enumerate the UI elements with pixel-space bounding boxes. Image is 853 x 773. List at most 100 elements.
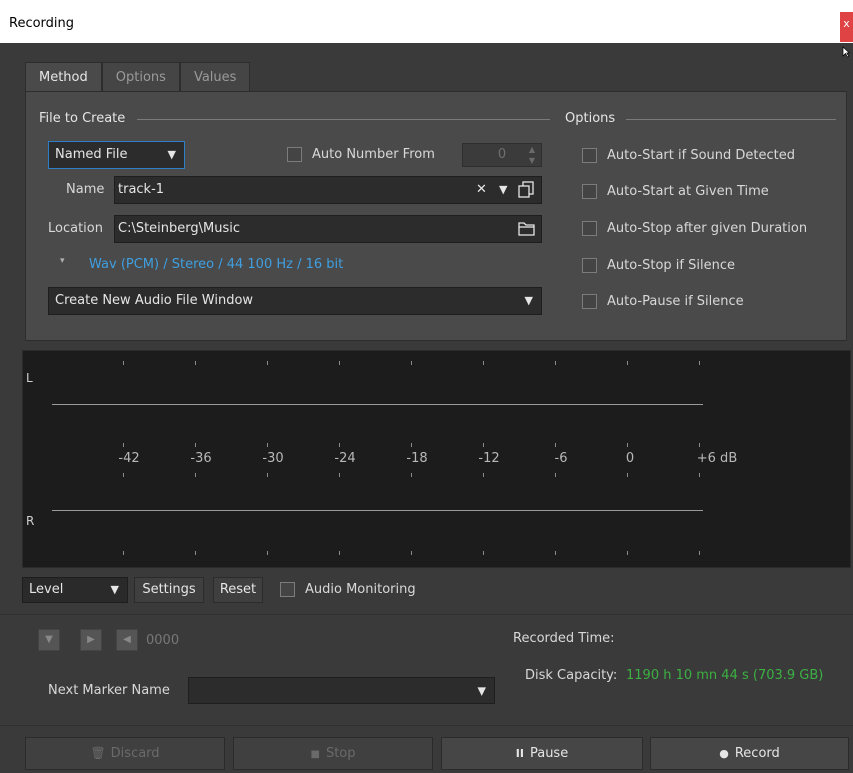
scale-label: -42 (118, 451, 140, 466)
file-copy-icon[interactable] (517, 180, 536, 199)
meter-tick (123, 551, 124, 555)
tab-options[interactable]: Options (101, 62, 180, 92)
scale-label: -36 (190, 451, 212, 466)
name-label: Name (66, 182, 105, 197)
dropdown-arrow-icon: ▼ (524, 294, 533, 307)
next-marker-label: Next Marker Name (48, 683, 170, 698)
cursor-icon (842, 46, 850, 58)
right-channel-label: R (26, 514, 35, 528)
audio-format-link[interactable]: Wav (PCM) / Stereo / 44 100 Hz / 16 bit (89, 257, 343, 272)
clear-icon[interactable]: ✕ (476, 182, 487, 197)
meter-tick (267, 551, 268, 555)
meter-tick (339, 551, 340, 555)
play-icon[interactable]: ▶ (80, 629, 102, 651)
close-icon[interactable]: x (840, 12, 853, 42)
stop-label: Stop (325, 746, 356, 761)
auto-number-checkbox[interactable] (287, 147, 302, 162)
meter-tick (411, 551, 412, 555)
level-meter: L R -42 -36 -30 -24 -18 -12 -6 0 +6 dB (22, 350, 851, 568)
scale-label: -12 (478, 451, 500, 466)
stop-button[interactable]: ■ Stop (233, 737, 433, 770)
file-to-create-heading: File to Create (39, 111, 126, 126)
auto-start-sound-checkbox[interactable] (582, 148, 597, 163)
auto-number-label: Auto Number From (312, 147, 435, 162)
divider (137, 119, 550, 120)
meter-tick (555, 361, 556, 365)
meter-tick (339, 443, 340, 447)
next-marker-icon[interactable]: ◀ (116, 629, 138, 651)
tab-bar: Method Options Values (25, 62, 251, 93)
output-window-dropdown[interactable]: Create New Audio File Window ▼ (48, 287, 542, 315)
stop-icon: ■ (310, 749, 320, 760)
meter-tick (339, 361, 340, 365)
dropdown-arrow-icon: ▼ (477, 684, 486, 697)
meter-tick (483, 551, 484, 555)
discard-button[interactable]: 🗑 Discard (25, 737, 225, 770)
meter-tick (699, 551, 700, 555)
meter-tick (699, 443, 700, 447)
meter-tick (123, 473, 124, 477)
left-channel-bar (52, 404, 703, 405)
location-input[interactable]: C:\Steinberg\Music (114, 215, 542, 243)
audio-monitoring-label: Audio Monitoring (305, 582, 416, 597)
file-mode-dropdown[interactable]: Named File ▼ (48, 141, 185, 169)
meter-tick (411, 361, 412, 365)
auto-start-time-label: Auto-Start at Given Time (607, 184, 769, 199)
divider (626, 119, 836, 120)
pause-icon: II (515, 747, 524, 760)
reset-button[interactable]: Reset (213, 577, 263, 603)
auto-start-time-checkbox[interactable] (582, 184, 597, 199)
meter-tick (123, 361, 124, 365)
meter-mode-value: Level (29, 582, 64, 597)
scale-label: +6 dB (696, 451, 738, 466)
auto-pause-silence-checkbox[interactable] (582, 294, 597, 309)
meter-tick (339, 473, 340, 477)
meter-tick (195, 473, 196, 477)
window-title: Recording (9, 16, 75, 31)
auto-number-stepper[interactable]: 0 ▲ ▼ (462, 143, 542, 167)
auto-stop-silence-checkbox[interactable] (582, 258, 597, 273)
auto-stop-silence-label: Auto-Stop if Silence (607, 258, 735, 273)
meter-tick (411, 473, 412, 477)
options-heading: Options (565, 111, 616, 126)
output-window-value: Create New Audio File Window (55, 293, 254, 308)
scale-label: -24 (334, 451, 356, 466)
pause-button[interactable]: II Pause (441, 737, 643, 770)
dropdown-arrow-icon: ▼ (167, 148, 176, 161)
location-value: C:\Steinberg\Music (118, 221, 241, 236)
meter-tick (555, 443, 556, 447)
meter-tick (195, 443, 196, 447)
meter-mode-dropdown[interactable]: Level ▼ (22, 577, 128, 603)
title-bar: Recording x (0, 0, 853, 43)
dropdown-arrow-icon: ▼ (110, 583, 119, 596)
meter-tick (195, 551, 196, 555)
meter-tick (627, 443, 628, 447)
next-marker-dropdown[interactable]: ▼ (188, 677, 495, 704)
stepper-arrows-icon[interactable]: ▲ ▼ (529, 144, 535, 166)
meter-tick (483, 443, 484, 447)
dropdown-arrow-icon[interactable]: ▼ (499, 183, 507, 196)
tab-method[interactable]: Method (25, 62, 102, 93)
record-button[interactable]: ● Record (650, 737, 849, 770)
auto-stop-duration-checkbox[interactable] (582, 221, 597, 236)
audio-monitoring-checkbox[interactable] (280, 582, 295, 597)
right-channel-bar (52, 510, 703, 511)
expand-icon[interactable]: ▾ (60, 256, 65, 266)
record-icon: ● (719, 747, 729, 760)
prev-marker-icon[interactable]: ▼ (38, 629, 60, 651)
folder-icon[interactable] (517, 220, 536, 237)
meter-tick (699, 361, 700, 365)
tab-values[interactable]: Values (179, 62, 251, 92)
location-label: Location (48, 221, 103, 236)
marker-counter: 0000 (146, 633, 180, 648)
trash-icon: 🗑 (90, 746, 106, 760)
scale-label: 0 (625, 451, 635, 466)
record-label: Record (734, 746, 780, 761)
pause-label: Pause (529, 746, 569, 761)
meter-tick (555, 473, 556, 477)
discard-label: Discard (110, 746, 160, 761)
meter-tick (483, 361, 484, 365)
divider (0, 725, 853, 726)
meter-tick (123, 443, 124, 447)
settings-button[interactable]: Settings (134, 577, 204, 603)
